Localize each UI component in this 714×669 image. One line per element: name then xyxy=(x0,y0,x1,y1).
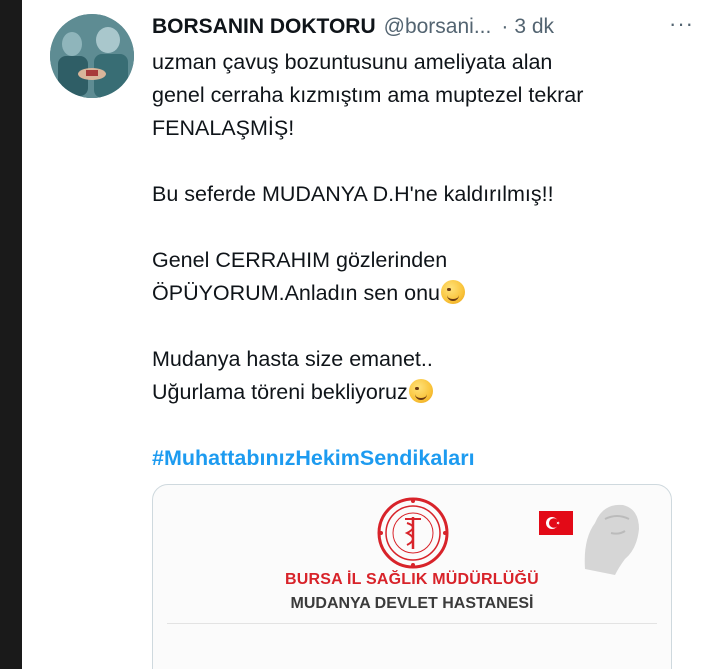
hashtag-line: #MuhattabınızHekimSendikaları xyxy=(152,442,692,475)
ataturk-silhouette-icon xyxy=(584,504,639,575)
surgery-photo-icon xyxy=(50,14,134,98)
tweet-header: BORSANIN DOKTORU @borsani... · 3 dk ··· xyxy=(152,12,694,42)
author-handle[interactable]: @borsani... xyxy=(384,15,492,39)
winking-face-emoji-icon xyxy=(441,280,465,304)
tweet-line-with-emoji: Uğurlama töreni bekliyoruz xyxy=(152,376,692,409)
tweet-line: uzman çavuş bozuntusunu ameliyata alan xyxy=(152,50,553,74)
attached-image[interactable]: BURSA İL SAĞLIK MÜDÜRLÜĞÜ MUDANYA DEVLET… xyxy=(152,484,672,669)
tweet-card[interactable]: BORSANIN DOKTORU @borsani... · 3 dk ··· … xyxy=(22,0,714,669)
tweet-line: Bu seferde MUDANYA D.H'ne kaldırılmış!! xyxy=(152,182,554,206)
tweet-line-text: ÖPÜYORUM.Anladın sen onu xyxy=(152,281,440,305)
author-name[interactable]: BORSANIN DOKTORU xyxy=(152,15,376,39)
image-title-directorate: BURSA İL SAĞLIK MÜDÜRLÜĞÜ xyxy=(285,571,539,588)
author-avatar[interactable] xyxy=(50,14,134,98)
hashtag-link[interactable]: #MuhattabınızHekimSendikaları xyxy=(152,446,475,470)
more-options-icon[interactable]: ··· xyxy=(669,13,694,35)
separator-dot: · xyxy=(501,15,509,38)
image-divider xyxy=(167,623,657,624)
tweet-text: uzman çavuş bozuntusunu ameliyata alan g… xyxy=(152,46,692,475)
tweet-line: Mudanya hasta size emanet.. xyxy=(152,347,433,371)
tweet-line: FENALAŞMİŞ! xyxy=(152,116,295,140)
tweet-timestamp[interactable]: 3 dk xyxy=(514,15,554,39)
tweet-line: Genel CERRAHIM gözlerinden xyxy=(152,248,448,272)
tweet-line: genel cerraha kızmıştım ama muptezel tek… xyxy=(152,83,584,107)
image-title-hospital: MUDANYA DEVLET HASTANESİ xyxy=(290,595,534,612)
tweet-line-with-emoji: ÖPÜYORUM.Anladın sen onu xyxy=(152,277,692,310)
smiling-face-emoji-icon xyxy=(408,379,433,403)
ministry-of-health-logo-icon xyxy=(377,497,449,569)
tweet-line-text: Uğurlama töreni bekliyoruz xyxy=(152,380,408,404)
